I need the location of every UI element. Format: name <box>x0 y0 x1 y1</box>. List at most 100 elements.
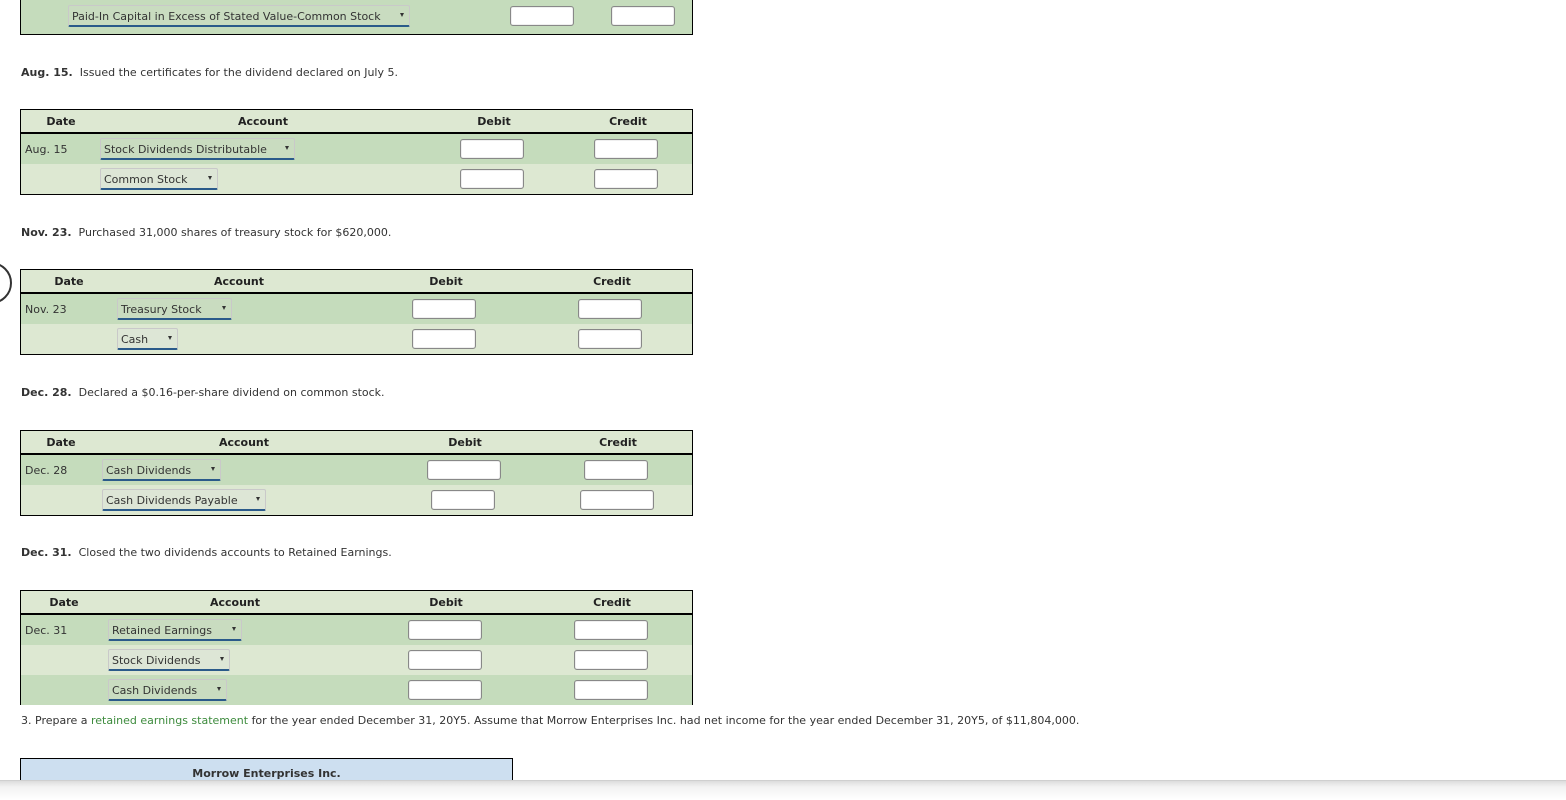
instruction-suffix: for the year ended December 31, 20Y5. As… <box>251 714 1080 727</box>
company-name: Morrow Enterprises Inc. <box>192 767 341 780</box>
dropdown-arrow-icon <box>232 627 236 631</box>
credit-input[interactable] <box>574 680 648 700</box>
entry-date-label: Dec. 31. <box>21 546 72 559</box>
dropdown-arrow-icon <box>168 336 172 340</box>
entry-date-label: Aug. 15. <box>21 66 73 79</box>
debit-input[interactable] <box>510 6 574 26</box>
part3-instructions: 3. Prepare a retained earnings statement… <box>21 714 1079 727</box>
credit-input[interactable] <box>594 139 658 159</box>
row-date: Aug. 15 <box>25 143 68 156</box>
account-select[interactable]: Cash Dividends Payable <box>102 489 266 511</box>
col-credit: Credit <box>593 596 631 609</box>
entry-text: Closed the two dividends accounts to Ret… <box>78 546 392 559</box>
credit-input[interactable] <box>578 329 642 349</box>
table-row: Aug. 15 Stock Dividends Distributable <box>21 134 692 164</box>
debit-input[interactable] <box>431 490 495 510</box>
col-debit: Debit <box>477 115 511 128</box>
credit-input[interactable] <box>580 490 654 510</box>
account-select[interactable]: Cash Dividends <box>102 459 221 481</box>
entry-description: Aug. 15. Issued the certificates for the… <box>21 66 398 79</box>
col-credit: Credit <box>593 275 631 288</box>
col-date: Date <box>49 596 79 609</box>
dropdown-arrow-icon <box>220 657 224 661</box>
credit-input[interactable] <box>574 650 648 670</box>
instruction-prefix: Prepare a <box>35 714 88 727</box>
journal-table-dec31: Date Account Debit Credit Dec. 31 Retain… <box>20 590 693 705</box>
account-select[interactable]: Cash <box>117 328 178 350</box>
account-select-value: Retained Earnings <box>112 624 212 637</box>
entry-description: Dec. 28. Declared a $0.16-per-share divi… <box>21 386 385 399</box>
row-date: Nov. 23 <box>25 303 67 316</box>
col-account: Account <box>218 436 270 449</box>
entry-text: Purchased 31,000 shares of treasury stoc… <box>78 226 392 239</box>
col-credit: Credit <box>599 436 637 449</box>
entry-description: Nov. 23. Purchased 31,000 shares of trea… <box>21 226 391 239</box>
debit-input[interactable] <box>408 650 482 670</box>
table-row: Dec. 31 Retained Earnings <box>21 615 692 645</box>
dropdown-arrow-icon <box>400 13 404 17</box>
cursor-circle-icon <box>0 262 12 304</box>
debit-input[interactable] <box>412 329 476 349</box>
credit-input[interactable] <box>584 460 648 480</box>
table-header: Date Account Debit Credit <box>21 110 692 134</box>
dropdown-arrow-icon <box>285 146 289 150</box>
col-credit: Credit <box>609 115 647 128</box>
col-date: Date <box>46 436 76 449</box>
dropdown-arrow-icon <box>256 497 260 501</box>
account-select[interactable]: Common Stock <box>100 168 218 190</box>
entry-text: Declared a $0.16-per-share dividend on c… <box>78 386 385 399</box>
journal-table-aug15: Date Account Debit Credit Aug. 15 Stock … <box>20 109 693 195</box>
credit-input[interactable] <box>574 620 648 640</box>
col-debit: Debit <box>429 275 463 288</box>
table-header: Date Account Debit Credit <box>21 591 692 615</box>
debit-input[interactable] <box>412 299 476 319</box>
debit-input[interactable] <box>427 460 501 480</box>
col-debit: Debit <box>429 596 463 609</box>
table-row: Cash <box>21 324 692 354</box>
table-row: Stock Dividends <box>21 645 692 675</box>
part-number: 3. <box>21 714 32 727</box>
account-select-value: Cash Dividends <box>106 464 192 477</box>
account-select-value: Common Stock <box>104 173 188 186</box>
table-row: Nov. 23 Treasury Stock <box>21 294 692 324</box>
account-select[interactable]: Stock Dividends Distributable <box>100 138 295 160</box>
account-select-value: Stock Dividends <box>112 654 201 667</box>
debit-input[interactable] <box>408 620 482 640</box>
table-row: Paid-In Capital in Excess of Stated Valu… <box>21 0 692 34</box>
account-select[interactable]: Cash Dividends <box>108 679 227 701</box>
retained-earnings-statement-link[interactable]: retained earnings statement <box>91 714 248 727</box>
table-header: Date Account Debit Credit <box>21 431 692 455</box>
journal-table-fragment: Paid-In Capital in Excess of Stated Valu… <box>20 0 693 35</box>
entry-text: Issued the certificates for the dividend… <box>79 66 398 79</box>
table-row: Dec. 28 Cash Dividends <box>21 455 692 485</box>
dropdown-arrow-icon <box>222 306 226 310</box>
horizontal-scrollbar[interactable] <box>0 780 1566 800</box>
table-row: Cash Dividends <box>21 675 692 705</box>
entry-date-label: Dec. 28. <box>21 386 72 399</box>
credit-input[interactable] <box>594 169 658 189</box>
entry-description: Dec. 31. Closed the two dividends accoun… <box>21 546 392 559</box>
account-select-value: Cash Dividends Payable <box>106 494 238 507</box>
account-select[interactable]: Retained Earnings <box>108 619 242 641</box>
credit-input[interactable] <box>611 6 675 26</box>
journal-table-nov23: Date Account Debit Credit Nov. 23 Treasu… <box>20 269 693 355</box>
debit-input[interactable] <box>408 680 482 700</box>
credit-input[interactable] <box>578 299 642 319</box>
account-select-value: Stock Dividends Distributable <box>104 143 267 156</box>
account-select-value: Treasury Stock <box>121 303 202 316</box>
dropdown-arrow-icon <box>208 176 212 180</box>
account-select-value: Paid-In Capital in Excess of Stated Valu… <box>72 10 381 23</box>
debit-input[interactable] <box>460 139 524 159</box>
col-date: Date <box>46 115 76 128</box>
table-header: Date Account Debit Credit <box>21 270 692 294</box>
col-account: Account <box>209 596 261 609</box>
account-select[interactable]: Treasury Stock <box>117 298 232 320</box>
table-row: Cash Dividends Payable <box>21 485 692 515</box>
account-select[interactable]: Paid-In Capital in Excess of Stated Valu… <box>68 5 410 27</box>
account-select-value: Cash Dividends <box>112 684 198 697</box>
table-row: Common Stock <box>21 164 692 194</box>
debit-input[interactable] <box>460 169 524 189</box>
col-date: Date <box>54 275 84 288</box>
dropdown-arrow-icon <box>211 467 215 471</box>
account-select[interactable]: Stock Dividends <box>108 649 230 671</box>
